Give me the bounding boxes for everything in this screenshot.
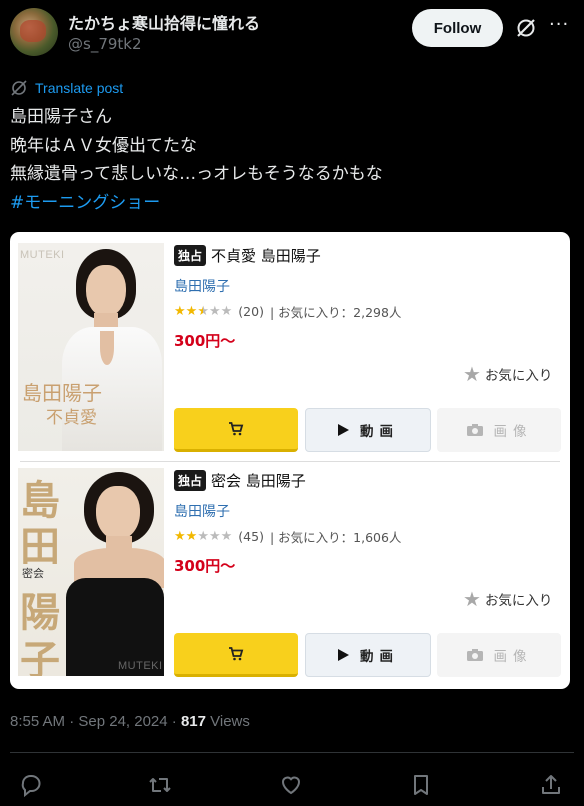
image-label: 画像 xyxy=(493,424,533,440)
cover-face xyxy=(86,265,126,317)
star-icon: ★ xyxy=(197,304,209,319)
tweet-line: 無縁遺骨って悲しいな…っオレもそうなるかもな xyxy=(10,164,383,184)
image-label: 画像 xyxy=(493,649,533,665)
cover-name-char: 田 xyxy=(20,523,60,570)
star-icon: ★ xyxy=(185,529,198,544)
star-icon: ★ xyxy=(220,304,233,319)
like-icon[interactable] xyxy=(278,772,304,798)
views-count: 817 xyxy=(180,713,206,730)
cart-icon xyxy=(229,421,244,435)
product-title-text: 不貞愛 島田陽子 xyxy=(211,247,321,265)
avatar[interactable] xyxy=(10,8,58,56)
reply-icon[interactable] xyxy=(18,772,44,798)
favorite-button[interactable]: ★ お気に入り xyxy=(463,589,552,609)
product-title[interactable]: 独占 密会 島田陽子 xyxy=(174,470,306,491)
translate-icon xyxy=(11,80,27,96)
favorites-count: | お気に入り：2,298人 xyxy=(269,305,402,320)
favorites-count: | お気に入り：1,606人 xyxy=(269,530,402,545)
favorite-label: お気に入り xyxy=(484,593,553,609)
actions-divider xyxy=(10,752,574,753)
review-count: (45) xyxy=(238,529,264,544)
cover-brand: MUTEKI xyxy=(118,660,163,672)
cover-subtitle: 不貞愛 xyxy=(46,408,97,428)
star-icon: ★ xyxy=(174,304,186,319)
tweet-line: 晩年はＡＶ女優出てたな xyxy=(10,135,197,156)
product-cover-image[interactable]: MUTEKI 島田陽子 不貞愛 xyxy=(18,243,164,451)
product-cover-image[interactable]: 島 田 密会 陽 子 MUTEKI xyxy=(18,468,164,676)
actress-link[interactable]: 島田陽子 xyxy=(174,276,230,296)
star-icon: ★ xyxy=(208,304,221,319)
translate-label: Translate post xyxy=(35,80,124,96)
rating-row: ★ ★ ★ ★ ★ (45) | お気に入り：1,606人 xyxy=(174,527,401,546)
cart-button[interactable] xyxy=(174,633,298,677)
follow-button[interactable]: Follow xyxy=(412,9,503,47)
review-count: (20) xyxy=(238,304,264,319)
tweet-line: 島田陽子さん xyxy=(10,107,112,127)
rating-stars: ★ ★ ★ ★ ★ xyxy=(174,530,232,543)
grok-icon[interactable] xyxy=(515,17,537,39)
product-divider xyxy=(20,461,560,462)
star-icon: ★ xyxy=(463,587,481,611)
share-icon[interactable] xyxy=(538,772,564,798)
price: 300円〜 xyxy=(174,332,236,350)
rating-stars: ★ ★ ★ ★ ★ xyxy=(174,305,232,318)
bookmark-icon[interactable] xyxy=(408,772,434,798)
camera-icon xyxy=(466,649,483,661)
cart-icon xyxy=(229,646,244,660)
cover-face xyxy=(96,486,140,540)
play-icon xyxy=(338,649,349,661)
star-icon: ★ xyxy=(208,529,221,544)
star-icon: ★ xyxy=(185,304,198,319)
video-button[interactable]: 動画 xyxy=(305,633,431,677)
video-button[interactable]: 動画 xyxy=(305,408,431,452)
image-button[interactable]: 画像 xyxy=(437,408,561,452)
post-meta: 8:55 AM · Sep 24, 2024 · 817 Views xyxy=(10,713,250,730)
star-icon: ★ xyxy=(197,529,209,544)
cart-button[interactable] xyxy=(174,408,298,452)
camera-icon xyxy=(466,424,483,436)
hashtag-link[interactable]: #モーニングショー xyxy=(10,189,383,218)
star-icon: ★ xyxy=(463,362,481,386)
product-title-text: 密会 島田陽子 xyxy=(211,472,306,490)
repost-icon[interactable] xyxy=(147,772,173,798)
post-timestamp[interactable]: 8:55 AM · Sep 24, 2024 · xyxy=(10,713,181,730)
cover-neckline xyxy=(100,331,114,365)
cover-name-char: 子 xyxy=(20,637,60,676)
more-icon[interactable]: ··· xyxy=(549,16,569,39)
cover-name: 島田陽子 xyxy=(22,381,102,405)
rating-row: ★ ★ ★ ★ ★ (20) | お気に入り：2,298人 xyxy=(174,302,401,321)
star-icon: ★ xyxy=(220,529,233,544)
user-handle[interactable]: @s_79tk2 xyxy=(68,35,142,53)
cover-subtitle: 密会 xyxy=(22,567,44,580)
display-name[interactable]: たかちょ寒山拾得に憧れる xyxy=(68,10,260,34)
exclusive-badge: 独占 xyxy=(174,470,207,491)
play-icon xyxy=(338,424,349,436)
video-label: 動画 xyxy=(360,649,399,665)
video-label: 動画 xyxy=(360,424,399,440)
exclusive-badge: 独占 xyxy=(174,245,207,266)
favorite-label: お気に入り xyxy=(484,368,553,384)
image-button[interactable]: 画像 xyxy=(437,633,561,677)
cover-brand: MUTEKI xyxy=(20,249,65,261)
translate-post-link[interactable]: Translate post xyxy=(10,79,123,97)
tweet-text: 島田陽子さん 晩年はＡＶ女優出てたな 無縁遺骨って悲しいな…っオレもそうなるかも… xyxy=(10,103,383,217)
favorite-button[interactable]: ★ お気に入り xyxy=(463,364,552,384)
actress-link[interactable]: 島田陽子 xyxy=(174,501,230,521)
price: 300円〜 xyxy=(174,557,236,575)
product-title[interactable]: 独占 不貞愛 島田陽子 xyxy=(174,245,321,266)
views-label: Views xyxy=(205,713,250,730)
star-icon: ★ xyxy=(174,529,186,544)
